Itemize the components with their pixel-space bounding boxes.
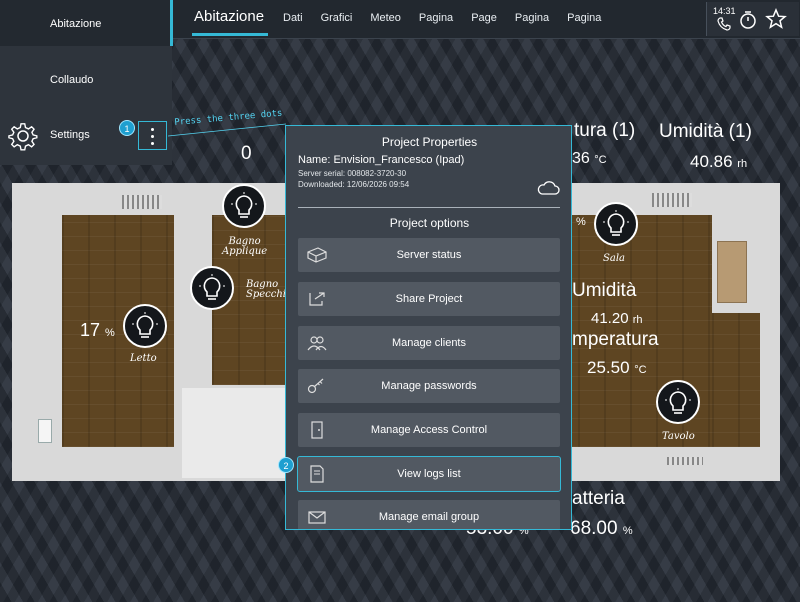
bg-hum2-label: Umidità <box>572 280 637 301</box>
tab-dati[interactable]: Dati <box>283 12 303 24</box>
button-label: Manage Access Control <box>370 424 488 436</box>
lightbulb-icon <box>231 192 257 218</box>
phone-icon[interactable] <box>717 17 731 31</box>
button-label: Manage passwords <box>381 380 477 392</box>
room-label-bagno-applique: Bagno Applique <box>222 236 268 257</box>
three-dots-button[interactable] <box>138 121 167 150</box>
menu-item-label: Settings <box>50 129 90 141</box>
popup-divider <box>298 207 560 208</box>
star-icon[interactable] <box>765 8 787 30</box>
window <box>38 419 52 443</box>
download-date: Downloaded: 12/06/2026 09:54 <box>298 180 410 189</box>
manage-access-control-button[interactable]: Manage Access Control <box>298 413 560 447</box>
sala-value-fragment: % <box>576 216 586 228</box>
light-bulb-bagno-specchio[interactable] <box>190 266 234 310</box>
value: 41.20 <box>591 310 629 327</box>
tab-abitazione[interactable]: Abitazione <box>194 8 264 25</box>
manage-clients-button[interactable]: Manage clients <box>298 326 560 360</box>
server-status-button[interactable]: Server status <box>298 238 560 272</box>
lightbulb-icon <box>199 274 225 300</box>
menu-item-label: Abitazione <box>50 18 102 30</box>
hint-arrow-line <box>168 123 287 137</box>
vent <box>122 195 162 209</box>
value: 40.86 <box>690 152 733 171</box>
menu-item-collaudo[interactable]: Collaudo <box>0 54 172 108</box>
menu-active-indicator <box>170 0 173 46</box>
project-properties-popup: Project Properties Name: Envision_France… <box>285 125 572 530</box>
unit: % <box>105 327 115 339</box>
bg-temp1-value: 36 °C <box>572 150 607 168</box>
vent <box>667 457 703 465</box>
project-name: Name: Envision_Francesco (Ipad) <box>298 154 465 166</box>
light-bulb-letto[interactable] <box>123 304 167 348</box>
tab-pagina-2[interactable]: Pagina <box>515 12 549 24</box>
menu-item-abitazione[interactable]: Abitazione <box>0 0 172 46</box>
popup-title: Project Properties <box>381 135 478 149</box>
cloud-icon[interactable] <box>536 178 560 196</box>
unit: °C <box>634 364 647 376</box>
view-logs-list-button[interactable]: View logs list <box>297 456 561 492</box>
tab-pagina-1[interactable]: Pagina <box>419 12 453 24</box>
bg-temp2-label: mperatura <box>572 329 659 350</box>
value: 17 <box>80 320 101 340</box>
room-label-tavolo: Tavolo <box>662 431 695 442</box>
button-label: Server status <box>396 249 462 261</box>
server-serial: Server serial: 008082-3720-30 <box>298 169 407 178</box>
bg-hum1-label: Umidità (1) <box>659 121 752 142</box>
clock-time: 14:31 <box>713 6 736 16</box>
button-label: View logs list <box>397 468 461 480</box>
dot <box>151 142 154 145</box>
light-bulb-bagno-applique[interactable] <box>222 184 266 228</box>
page-tabs: Dati Grafici Meteo Pagina Page Pagina Pa… <box>283 12 619 24</box>
step-badge-2: 2 <box>278 457 294 473</box>
room-label-letto: Letto <box>130 353 157 364</box>
floor-tavolo <box>712 313 760 447</box>
unit: rh <box>737 158 748 170</box>
tab-pagina-3[interactable]: Pagina <box>567 12 601 24</box>
vent <box>652 193 692 207</box>
bg-value-zero: 0 <box>241 143 252 164</box>
dot <box>151 128 154 131</box>
bg-hum2-value: 41.20 rh <box>591 310 643 327</box>
share-project-button[interactable]: Share Project <box>298 282 560 316</box>
tab-grafici[interactable]: Grafici <box>321 12 353 24</box>
value: 36 <box>572 150 590 167</box>
unit: % <box>622 525 633 537</box>
gear-icon <box>8 123 38 151</box>
light-bulb-sala[interactable] <box>594 202 638 246</box>
lightbulb-icon <box>665 388 691 414</box>
bg-battery-label: atteria <box>572 488 625 509</box>
bg-hum1-value: 40.86 rh <box>690 152 747 172</box>
timer-icon[interactable] <box>739 10 757 30</box>
button-label: Manage email group <box>378 511 480 523</box>
dot <box>151 135 154 138</box>
tab-page[interactable]: Page <box>471 12 497 24</box>
value: 25.50 <box>587 358 630 377</box>
unit: °C <box>594 154 607 166</box>
options-title: Project options <box>389 216 470 230</box>
unit: rh <box>632 314 643 326</box>
bg-battery-value: 68.00 % <box>570 518 633 540</box>
bg-temp2-value: 25.50 °C <box>587 358 647 378</box>
bg-temp1-label: tura (1) <box>574 120 636 141</box>
manage-email-group-button[interactable]: Manage email group <box>298 500 560 529</box>
tab-meteo[interactable]: Meteo <box>370 12 401 24</box>
menu-item-label: Collaudo <box>50 74 94 86</box>
active-tab-indicator <box>192 33 268 36</box>
button-label: Manage clients <box>392 337 466 349</box>
light-bulb-tavolo[interactable] <box>656 380 700 424</box>
status-area: 14:31 <box>706 2 799 36</box>
door <box>717 241 747 303</box>
value: 68.00 <box>570 518 618 539</box>
manage-passwords-button[interactable]: Manage passwords <box>298 369 560 403</box>
step-badge-1: 1 <box>119 120 135 136</box>
button-label: Share Project <box>395 293 463 305</box>
room-label-sala: Sala <box>603 253 625 264</box>
lightbulb-icon <box>603 210 629 236</box>
lightbulb-icon <box>132 312 158 338</box>
letto-humidity-value: 17 % <box>80 320 115 341</box>
